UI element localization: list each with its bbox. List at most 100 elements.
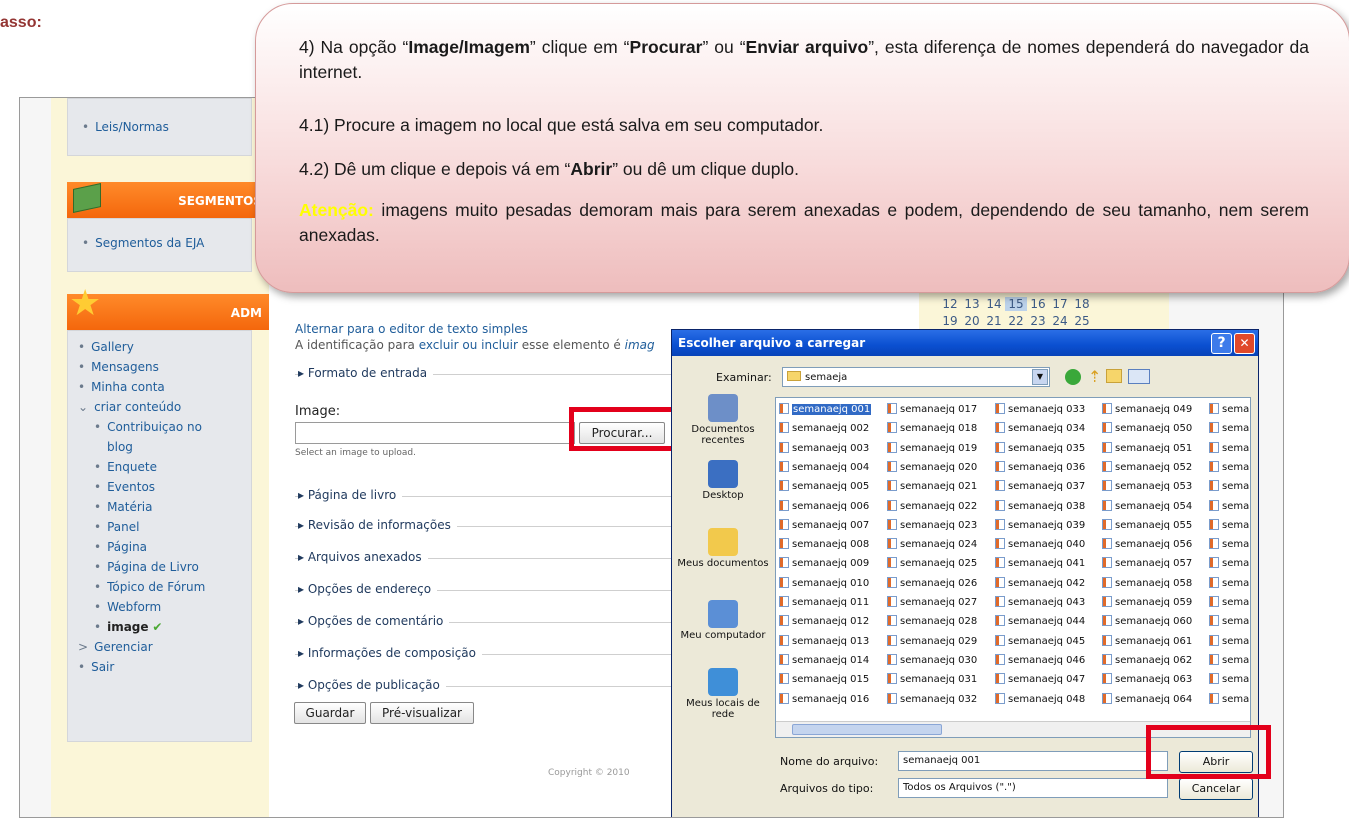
file-item[interactable]: semanaejq 044 [995,614,1085,629]
file-item[interactable]: sema [1209,672,1249,687]
file-item[interactable]: semanaejq 024 [887,537,977,552]
file-item[interactable]: semanaejq 048 [995,692,1085,707]
file-item[interactable]: semanaejq 009 [779,556,869,571]
look-in-select[interactable]: semaeja ▼ [782,367,1050,387]
file-item[interactable]: sema [1209,614,1249,629]
file-item[interactable]: semanaejq 047 [995,672,1085,687]
file-item[interactable]: semanaejq 060 [1102,614,1192,629]
file-item[interactable]: semanaejq 016 [779,692,869,707]
sidebar-menu-item[interactable]: • Tópico de Fórum [78,577,251,597]
file-item[interactable]: semanaejq 015 [779,672,869,687]
new-folder-icon[interactable] [1106,369,1122,383]
close-icon[interactable]: ✕ [1234,333,1255,354]
toggle-editor-link[interactable]: Alternar para o editor de texto simples [295,322,528,336]
sidebar-menu-item[interactable]: • Gallery [78,337,251,357]
calendar-day[interactable]: 21 [983,314,1005,328]
calendar-day[interactable]: 23 [1027,314,1049,328]
section-toggle[interactable]: ▸ Página de livro [298,488,403,502]
section-toggle[interactable]: ▸ Arquivos anexados [298,550,428,564]
calendar-day[interactable]: 22 [1005,314,1027,328]
help-icon[interactable]: ? [1211,333,1232,354]
section-toggle[interactable]: ▸ Opções de publicação [298,678,446,692]
file-item[interactable]: semanaejq 051 [1102,441,1192,456]
calendar-day[interactable]: 24 [1049,314,1071,328]
file-item[interactable]: sema [1209,402,1249,417]
calendar-day[interactable]: 16 [1027,297,1049,311]
file-item[interactable]: semanaejq 022 [887,499,977,514]
input-format-toggle[interactable]: ▸ Formato de entrada [298,366,434,380]
file-item[interactable]: sema [1209,479,1249,494]
place-item[interactable]: Meus locais de rede [676,668,770,720]
view-menu-icon[interactable] [1128,369,1150,384]
file-item[interactable]: sema [1209,537,1249,552]
file-item[interactable]: sema [1209,499,1249,514]
calendar-day[interactable]: 20 [961,314,983,328]
calendar-day[interactable]: 12 [939,297,961,311]
calendar-day[interactable]: 15 [1005,297,1027,311]
chevron-down-icon[interactable]: ▼ [1032,369,1048,385]
file-item[interactable]: semanaejq 010 [779,576,869,591]
file-item[interactable]: sema [1209,556,1249,571]
sidebar-menu-item[interactable]: blog [78,437,251,457]
file-item[interactable]: sema [1209,518,1249,533]
filetype-select[interactable]: Todos os Arquivos (".") [898,778,1168,798]
calendar-day[interactable]: 14 [983,297,1005,311]
section-toggle[interactable]: ▸ Revisão de informações [298,518,457,532]
sidebar-menu-item[interactable]: ⌄ criar conteúdo [78,397,251,417]
file-item[interactable]: semanaejq 061 [1102,634,1192,649]
file-item[interactable]: semanaejq 033 [995,402,1085,417]
file-item[interactable]: semanaejq 040 [995,537,1085,552]
calendar-day[interactable]: 19 [939,314,961,328]
section-toggle[interactable]: ▸ Opções de comentário [298,614,450,628]
sidebar-menu-item[interactable]: • Eventos [78,477,251,497]
file-item[interactable]: sema [1209,634,1249,649]
file-item[interactable]: semanaejq 064 [1102,692,1192,707]
file-item[interactable]: semanaejq 028 [887,614,977,629]
section-toggle[interactable]: ▸ Informações de composição [298,646,482,660]
file-item[interactable]: sema [1209,460,1249,475]
file-item[interactable]: semanaejq 036 [995,460,1085,475]
file-item[interactable]: semanaejq 018 [887,421,977,436]
file-item[interactable]: sema [1209,595,1249,610]
file-item[interactable]: sema [1209,441,1249,456]
file-item[interactable]: semanaejq 056 [1102,537,1192,552]
file-item[interactable]: semanaejq 014 [779,653,869,668]
file-item[interactable]: semanaejq 012 [779,614,869,629]
file-item[interactable]: semanaejq 043 [995,595,1085,610]
sidebar-menu-item[interactable]: • Matéria [78,497,251,517]
file-item[interactable]: semanaejq 058 [1102,576,1192,591]
file-item[interactable]: semanaejq 063 [1102,672,1192,687]
file-item[interactable]: semanaejq 041 [995,556,1085,571]
file-item[interactable]: semanaejq 004 [779,460,869,475]
file-item[interactable]: semanaejq 052 [1102,460,1192,475]
file-item[interactable]: semanaejq 013 [779,634,869,649]
file-item[interactable]: semanaejq 019 [887,441,977,456]
file-item[interactable]: semanaejq 006 [779,499,869,514]
sidebar-menu-item[interactable]: • Sair [78,657,251,677]
place-item[interactable]: Meus documentos [676,528,770,569]
file-item[interactable]: semanaejq 037 [995,479,1085,494]
file-item[interactable]: semanaejq 031 [887,672,977,687]
file-item[interactable]: semanaejq 059 [1102,595,1192,610]
file-item[interactable]: semanaejq 050 [1102,421,1192,436]
file-item[interactable]: semanaejq 025 [887,556,977,571]
file-item[interactable]: semanaejq 045 [995,634,1085,649]
calendar-day[interactable]: 25 [1071,314,1093,328]
back-icon[interactable] [1065,369,1081,385]
file-item[interactable]: semanaejq 011 [779,595,869,610]
file-item[interactable]: semanaejq 001 [779,402,872,417]
file-item[interactable]: semanaejq 007 [779,518,869,533]
image-file-input[interactable] [295,422,575,444]
calendar-day[interactable]: 17 [1049,297,1071,311]
file-item[interactable]: semanaejq 053 [1102,479,1192,494]
file-item[interactable]: semanaejq 034 [995,421,1085,436]
sidebar-link-segmentos[interactable]: • Segmentos da EJA [82,233,251,253]
file-item[interactable]: semanaejq 039 [995,518,1085,533]
sidebar-menu-item[interactable]: • Mensagens [78,357,251,377]
file-item[interactable]: sema [1209,692,1249,707]
cancel-button[interactable]: Cancelar [1179,778,1253,800]
sidebar-menu-item[interactable]: • image ✔ [78,617,251,637]
file-item[interactable]: semanaejq 035 [995,441,1085,456]
file-item[interactable]: semanaejq 005 [779,479,869,494]
file-item[interactable]: semanaejq 020 [887,460,977,475]
